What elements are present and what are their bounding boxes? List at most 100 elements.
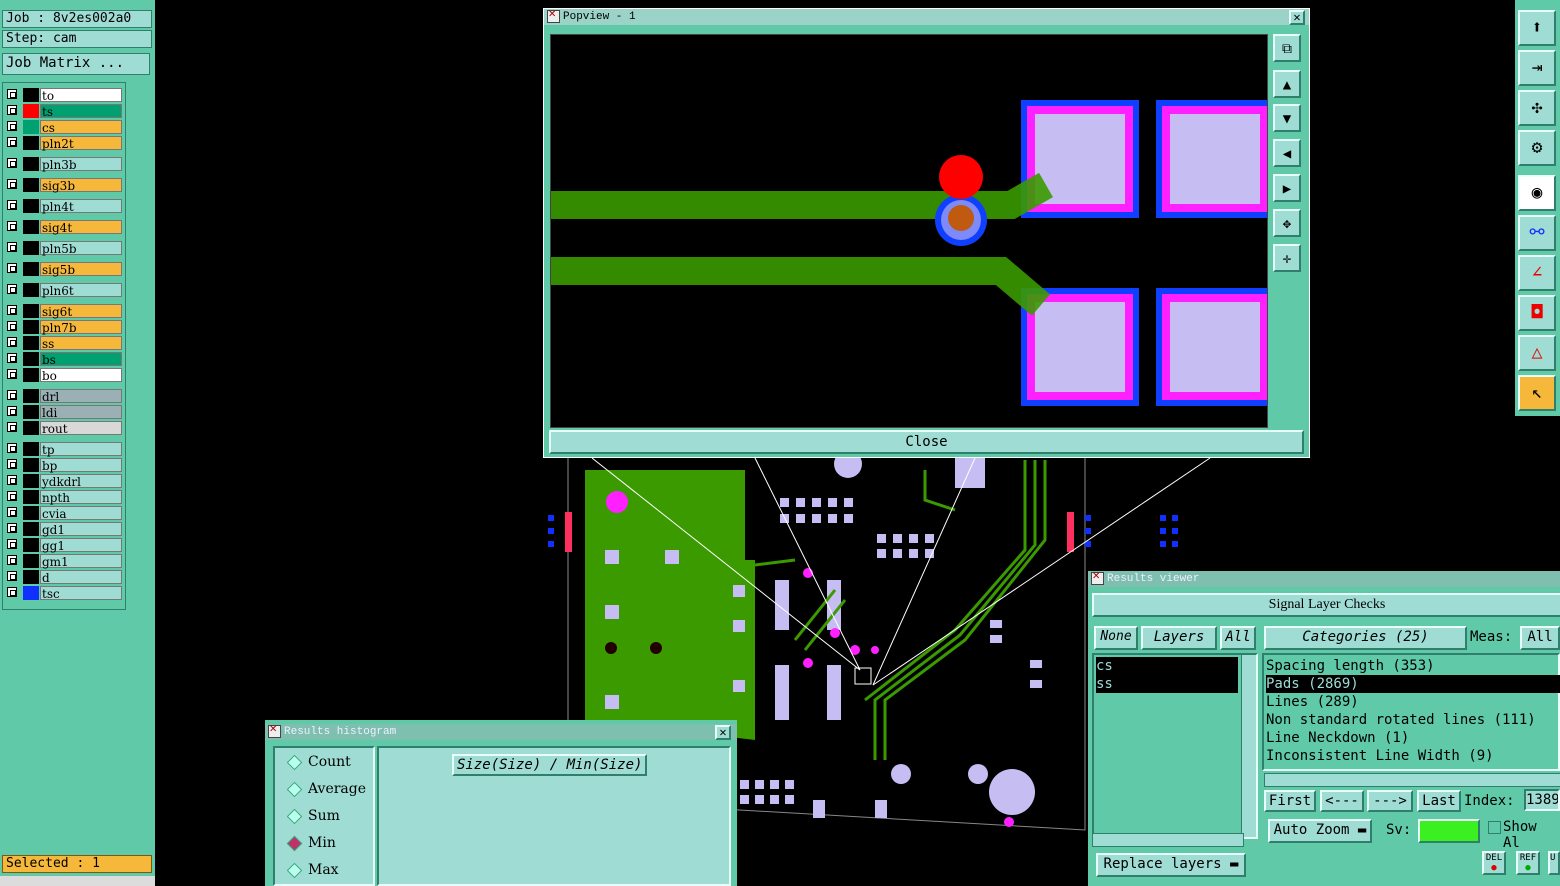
layer-row-cvia[interactable]: cvia [6, 506, 122, 521]
layer-row-bs[interactable]: bs [6, 352, 122, 367]
layer-checkbox[interactable] [7, 491, 17, 501]
list-item[interactable]: Pads (2869) [1266, 675, 1560, 693]
layer-name[interactable]: gd1 [40, 522, 122, 537]
list-item[interactable]: Line Neckdown (1) [1266, 729, 1409, 747]
layer-row-ldi[interactable]: ldi [6, 405, 122, 420]
layer-name[interactable]: cs [40, 120, 122, 135]
layer-checkbox[interactable] [7, 353, 17, 363]
none-button[interactable]: None [1094, 626, 1138, 650]
layer-checkbox[interactable] [7, 179, 17, 189]
layer-checkbox[interactable] [7, 105, 17, 115]
layer-color-swatch[interactable] [23, 421, 39, 435]
layer-name[interactable]: pln6t [40, 283, 122, 298]
layer-row-pln3b[interactable]: pln3b [6, 157, 122, 172]
meas-select[interactable]: All [1520, 626, 1560, 650]
layer-color-swatch[interactable] [23, 389, 39, 403]
show-all-checkbox[interactable] [1488, 821, 1501, 834]
layer-name[interactable]: to [40, 88, 122, 103]
layers-hscrollbar[interactable] [1092, 833, 1244, 847]
pointer-icon[interactable]: ↖ [1518, 375, 1556, 411]
first-button[interactable]: First [1264, 790, 1316, 812]
layer-row-pln2t[interactable]: pln2t [6, 136, 122, 151]
popview-titlebar[interactable]: Popview - 1 [544, 8, 1309, 25]
layer-checkbox[interactable] [7, 137, 17, 147]
layer-color-swatch[interactable] [23, 304, 39, 318]
layer-name[interactable]: cvia [40, 506, 122, 521]
layer-color-swatch[interactable] [23, 474, 39, 488]
layer-row-gg1[interactable]: gg1 [6, 538, 122, 553]
layer-color-swatch[interactable] [23, 506, 39, 520]
popview-canvas[interactable] [550, 34, 1268, 428]
snap-icon[interactable]: ◘ [1518, 295, 1556, 331]
layer-checkbox[interactable] [7, 475, 17, 485]
categories-list[interactable]: Spacing length (353) Pads (2869) Lines (… [1262, 653, 1560, 771]
layer-color-swatch[interactable] [23, 458, 39, 472]
popview-close-button[interactable]: Close [549, 430, 1304, 454]
layer-row-sig3b[interactable]: sig3b [6, 178, 122, 193]
replace-layers-menu[interactable]: Replace layers ▬ [1096, 853, 1246, 877]
layer-checkbox[interactable] [7, 422, 17, 432]
zoom-out-icon[interactable]: ✛ [1273, 244, 1301, 272]
layer-color-swatch[interactable] [23, 522, 39, 536]
layer-checkbox[interactable] [7, 390, 17, 400]
layer-row-pln5b[interactable]: pln5b [6, 241, 122, 256]
layer-color-swatch[interactable] [23, 262, 39, 276]
index-input[interactable]: 1389 [1524, 789, 1560, 811]
list-item[interactable]: cs [1096, 657, 1238, 675]
window-menu-icon[interactable] [1091, 570, 1104, 586]
layer-name[interactable]: pln5b [40, 241, 122, 256]
layer-row-sig5b[interactable]: sig5b [6, 262, 122, 277]
auto-zoom-menu[interactable]: Auto Zoom ▬ [1268, 819, 1372, 843]
histogram-titlebar[interactable]: Results histogram [265, 723, 737, 740]
layer-color-swatch[interactable] [23, 368, 39, 382]
min-radio[interactable]: Min [286, 835, 336, 851]
sum-radio[interactable]: Sum [286, 808, 340, 824]
layer-name[interactable]: bs [40, 352, 122, 367]
layer-name[interactable]: sig6t [40, 304, 122, 319]
layer-row-sig4t[interactable]: sig4t [6, 220, 122, 235]
list-item[interactable]: Non standard rotated lines (111) [1266, 711, 1536, 729]
layer-checkbox[interactable] [7, 443, 17, 453]
layer-color-swatch[interactable] [23, 405, 39, 419]
layer-checkbox[interactable] [7, 284, 17, 294]
layer-name[interactable]: bo [40, 368, 122, 383]
layer-checkbox[interactable] [7, 158, 17, 168]
layer-color-swatch[interactable] [23, 120, 39, 134]
export-icon[interactable]: ⬆ [1518, 10, 1556, 46]
all-layers-button[interactable]: All [1220, 626, 1256, 650]
categories-hscrollbar[interactable] [1264, 773, 1560, 787]
list-item[interactable]: Spacing length (353) [1266, 657, 1435, 675]
layer-color-swatch[interactable] [23, 283, 39, 297]
layer-row-pln7b[interactable]: pln7b [6, 320, 122, 335]
list-item[interactable]: ss [1096, 675, 1238, 693]
layer-name[interactable]: pln3b [40, 157, 122, 172]
layer-row-cs[interactable]: cs [6, 120, 122, 135]
layer-row-npth[interactable]: npth [6, 490, 122, 505]
pan-down-icon[interactable]: ▼ [1273, 104, 1301, 132]
layer-row-to[interactable]: to [6, 88, 122, 103]
layer-checkbox[interactable] [7, 587, 17, 597]
layer-name[interactable]: sig4t [40, 220, 122, 235]
layers-list[interactable]: cs ss [1092, 653, 1258, 839]
layer-color-swatch[interactable] [23, 352, 39, 366]
layer-name[interactable]: bp [40, 458, 122, 473]
layer-color-swatch[interactable] [23, 538, 39, 552]
layer-color-swatch[interactable] [23, 241, 39, 255]
layer-name[interactable]: tsc [40, 586, 122, 601]
layer-row-tsc[interactable]: tsc [6, 586, 122, 601]
layer-name[interactable]: tp [40, 442, 122, 457]
import-icon[interactable]: ⇥ [1518, 50, 1556, 86]
layer-checkbox[interactable] [7, 539, 17, 549]
layer-row-bp[interactable]: bp [6, 458, 122, 473]
layer-color-swatch[interactable] [23, 336, 39, 350]
layer-name[interactable]: pln4t [40, 199, 122, 214]
zoom-in-icon[interactable]: ✥ [1273, 209, 1301, 237]
layer-row-pln6t[interactable]: pln6t [6, 283, 122, 298]
layer-name[interactable]: drl [40, 389, 122, 404]
layer-row-gd1[interactable]: gd1 [6, 522, 122, 537]
layers-scrollbar[interactable] [1241, 655, 1256, 837]
fit-screen-icon[interactable]: ✣ [1518, 90, 1556, 126]
pan-up-icon[interactable]: ▲ [1273, 70, 1301, 98]
layers-button[interactable]: Layers [1141, 626, 1217, 650]
measure-icon[interactable]: ∠ [1518, 255, 1556, 291]
